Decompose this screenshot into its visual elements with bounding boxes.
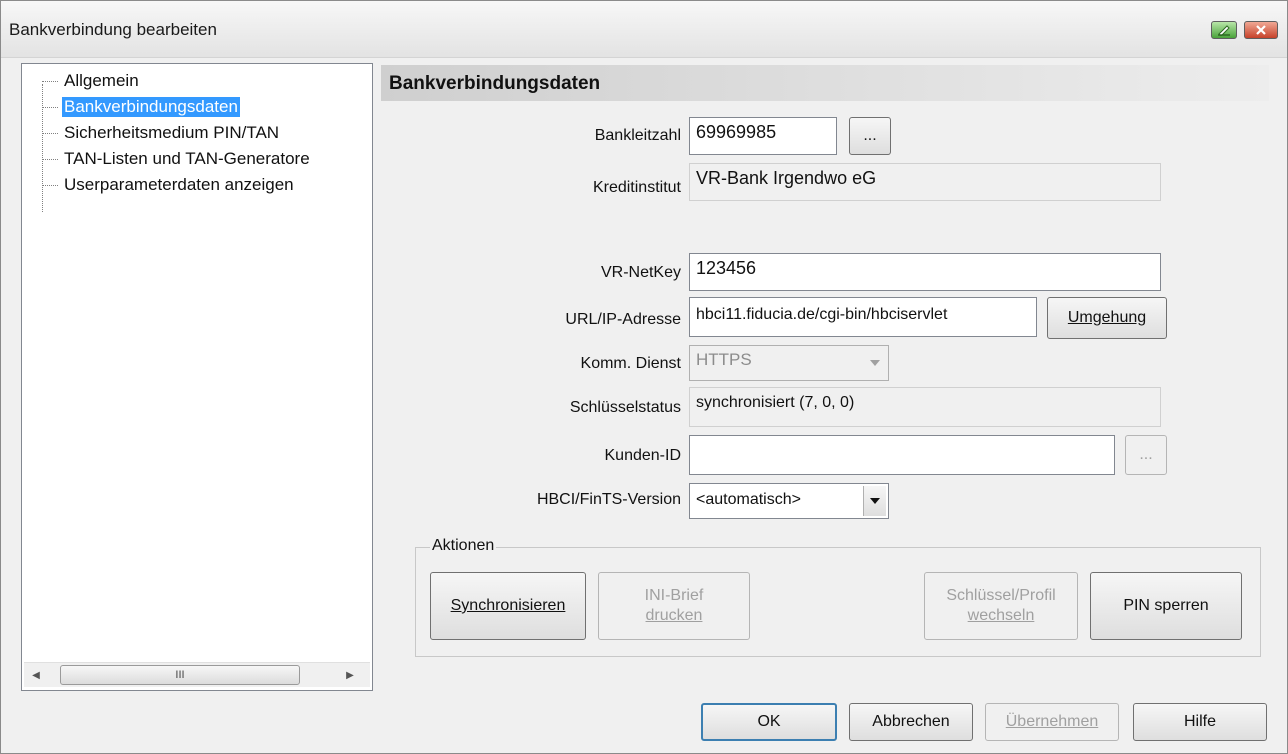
section-title: Bankverbindungsdaten <box>389 73 601 94</box>
ok-button-label: OK <box>757 713 781 730</box>
horizontal-scrollbar[interactable]: ◀ III ▶ <box>24 662 370 687</box>
navigation-tree[interactable]: Allgemein Bankverbindungsdaten Sicherhei… <box>21 63 373 691</box>
title-bar: Bankverbindung bearbeiten <box>1 1 1287 58</box>
close-icon <box>1256 25 1266 35</box>
tree-item-allgemein[interactable]: Allgemein <box>22 68 372 94</box>
pin-sperren-button[interactable]: PIN sperren <box>1090 572 1242 640</box>
schluessel-line2: wechseln <box>967 607 1035 624</box>
aktionen-group-title: Aktionen <box>430 537 497 555</box>
kunden-id-browse-button[interactable]: ... <box>1125 435 1167 475</box>
tree-item-label: Userparameterdaten anzeigen <box>64 175 294 194</box>
tree-item-label: Allgemein <box>64 71 139 90</box>
section-header: Bankverbindungsdaten <box>381 65 1269 101</box>
kunden-id-label: Kunden-ID <box>604 447 682 464</box>
chevron-down-icon <box>864 348 886 378</box>
tree-connector <box>42 133 58 134</box>
window-title: Bankverbindung bearbeiten <box>9 20 217 39</box>
ini-brief-line1: INI-Brief <box>644 587 704 604</box>
pin-sperren-label: PIN sperren <box>1123 597 1209 614</box>
kunden-id-input[interactable] <box>689 435 1115 475</box>
tree-item-label: TAN-Listen und TAN-Generatore <box>64 149 310 168</box>
tree-item-label: Bankverbindungsdaten <box>62 97 240 117</box>
dienst-value: HTTPS <box>696 350 752 369</box>
uebernehmen-button[interactable]: Übernehmen <box>985 703 1119 741</box>
tree-item-bankverbindungsdaten[interactable]: Bankverbindungsdaten <box>22 94 372 120</box>
hilfe-button[interactable]: Hilfe <box>1133 703 1267 741</box>
schluesselstatus-label: Schlüsselstatus <box>569 399 681 416</box>
dienst-label: Komm. Dienst <box>580 355 681 372</box>
aktionen-group: Aktionen Synchronisieren INI-Brief druck… <box>415 537 1261 657</box>
tree-item-sicherheitsmedium[interactable]: Sicherheitsmedium PIN/TAN <box>22 120 372 146</box>
tree-connector <box>42 107 58 108</box>
scroll-left-icon[interactable]: ◀ <box>26 665 46 685</box>
uebernehmen-button-label: Übernehmen <box>1005 713 1099 730</box>
tree-item-userparameterdaten[interactable]: Userparameterdaten anzeigen <box>22 172 372 198</box>
netkey-label: VR-NetKey <box>600 264 681 281</box>
tree-item-tan-listen[interactable]: TAN-Listen und TAN-Generatore <box>22 146 372 172</box>
bankleitzahl-label: Bankleitzahl <box>594 127 681 144</box>
dialog-window: Bankverbindung bearbeiten Allgemein Bank… <box>0 0 1288 754</box>
version-value: <automatisch> <box>696 491 801 508</box>
ini-brief-line2: drucken <box>645 607 703 624</box>
synchronisieren-button-label: Synchronisieren <box>450 597 566 614</box>
tree-connector <box>42 159 58 160</box>
close-button[interactable] <box>1244 21 1278 39</box>
ini-brief-button[interactable]: INI-Brief drucken <box>598 572 750 640</box>
abbrechen-button-label: Abbrechen <box>872 713 950 730</box>
url-label: URL/IP-Adresse <box>565 311 681 328</box>
bankleitzahl-browse-button[interactable]: ... <box>849 117 891 155</box>
tree-connector <box>42 81 58 82</box>
version-select[interactable]: <automatisch> <box>689 483 889 519</box>
hilfe-button-label: Hilfe <box>1183 713 1216 730</box>
umgehung-button[interactable]: Umgehung <box>1047 297 1167 339</box>
kreditinstitut-field: VR-Bank Irgendwo eG <box>689 163 1161 201</box>
abbrechen-button[interactable]: Abbrechen <box>849 703 973 741</box>
synchronisieren-button[interactable]: Synchronisieren <box>430 572 586 640</box>
netkey-input[interactable]: 123456 <box>689 253 1161 291</box>
bankleitzahl-input[interactable]: 69969985 <box>689 117 837 155</box>
kreditinstitut-label: Kreditinstitut <box>592 179 681 196</box>
dienst-select[interactable]: HTTPS <box>689 345 889 381</box>
scroll-right-icon[interactable]: ▶ <box>340 665 360 685</box>
tree-item-label: Sicherheitsmedium PIN/TAN <box>64 123 280 142</box>
tree-connector <box>42 185 58 186</box>
scroll-thumb-grip: III <box>175 669 185 681</box>
chevron-down-icon[interactable] <box>863 486 886 516</box>
schluesselstatus-field: synchronisiert (7, 0, 0) <box>689 387 1161 427</box>
url-input[interactable]: hbci11.fiducia.de/cgi-bin/hbciservlet <box>689 297 1037 337</box>
schluessel-profil-button[interactable]: Schlüssel/Profil wechseln <box>924 572 1078 640</box>
version-label: HBCI/FinTS-Version <box>536 491 681 508</box>
schluessel-line1: Schlüssel/Profil <box>946 587 1056 604</box>
scroll-thumb[interactable]: III <box>60 665 300 685</box>
help-titlebar-button[interactable] <box>1211 21 1237 39</box>
umgehung-button-label: Umgehung <box>1067 309 1147 326</box>
edit-icon <box>1218 25 1230 36</box>
ok-button[interactable]: OK <box>701 703 837 741</box>
